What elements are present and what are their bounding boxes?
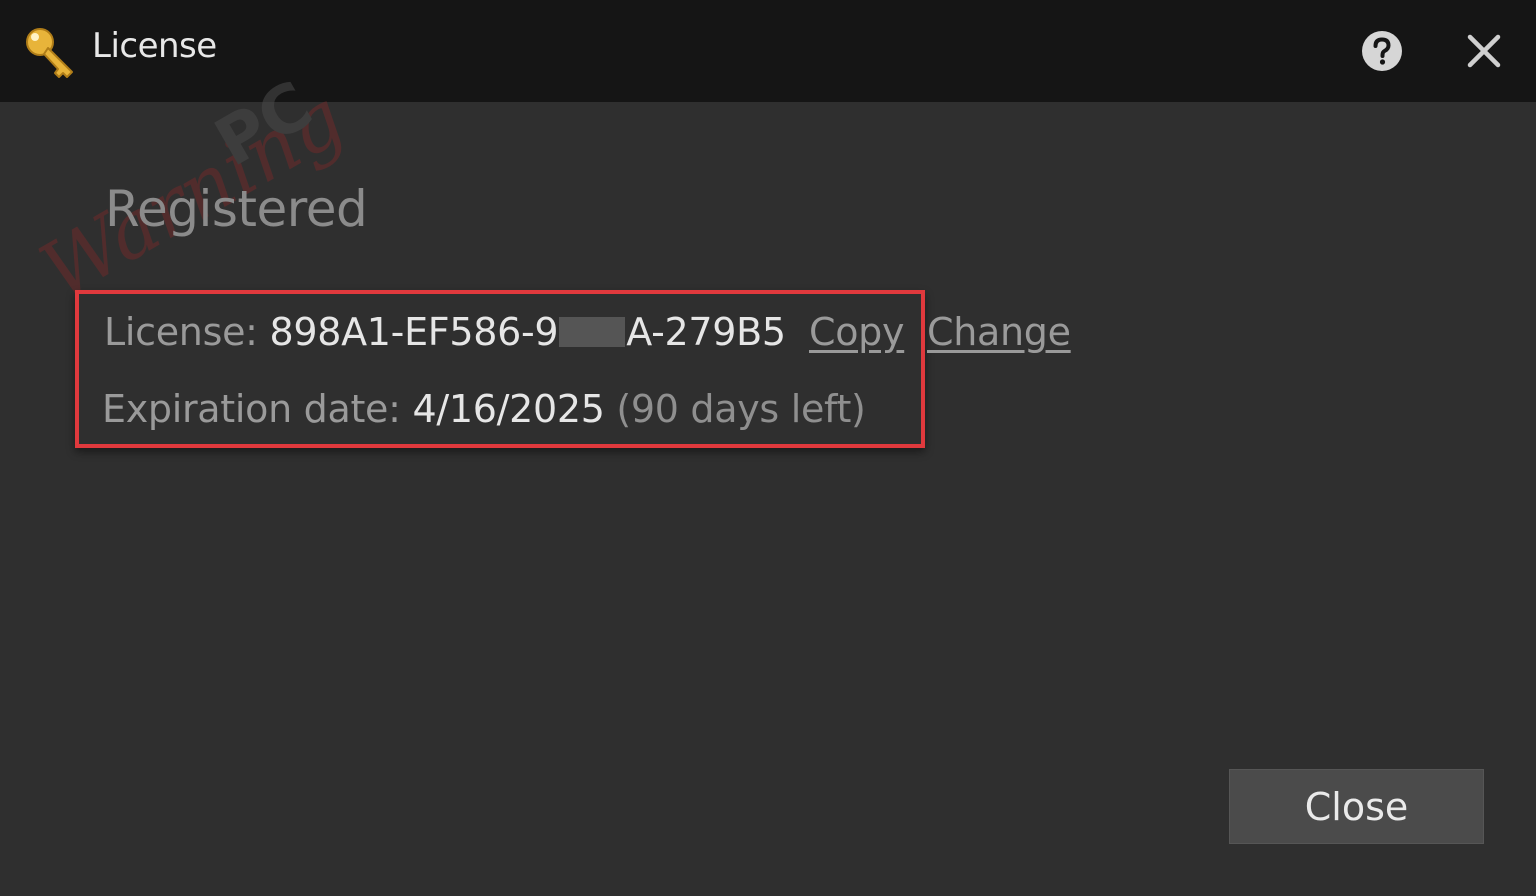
license-key-suffix: A-279B5 bbox=[626, 310, 786, 354]
redaction-block bbox=[559, 317, 626, 347]
close-button[interactable]: Close bbox=[1229, 769, 1484, 844]
window-title: License bbox=[92, 26, 217, 66]
title-bar: License bbox=[0, 0, 1536, 102]
close-icon[interactable] bbox=[1466, 33, 1502, 69]
license-key-prefix: 898A1-EF586-9 bbox=[269, 310, 559, 354]
license-dialog: License Warning PC Registered License: 8… bbox=[0, 0, 1536, 896]
copy-link[interactable]: Copy bbox=[809, 310, 905, 354]
expiration-date: 4/16/2025 bbox=[412, 387, 605, 431]
expiration-row: Expiration date: 4/16/2025 (90 days left… bbox=[102, 387, 866, 431]
license-key: 898A1-EF586-9 A-279B5 bbox=[269, 310, 786, 354]
help-icon[interactable] bbox=[1361, 30, 1403, 72]
status-heading: Registered bbox=[105, 180, 368, 238]
expiration-label: Expiration date: bbox=[102, 387, 401, 431]
days-remaining: (90 days left) bbox=[616, 387, 866, 431]
key-icon bbox=[22, 24, 80, 80]
license-row: License: 898A1-EF586-9 A-279B5 bbox=[104, 310, 786, 354]
change-link[interactable]: Change bbox=[927, 310, 1071, 354]
license-label: License: bbox=[104, 310, 258, 354]
